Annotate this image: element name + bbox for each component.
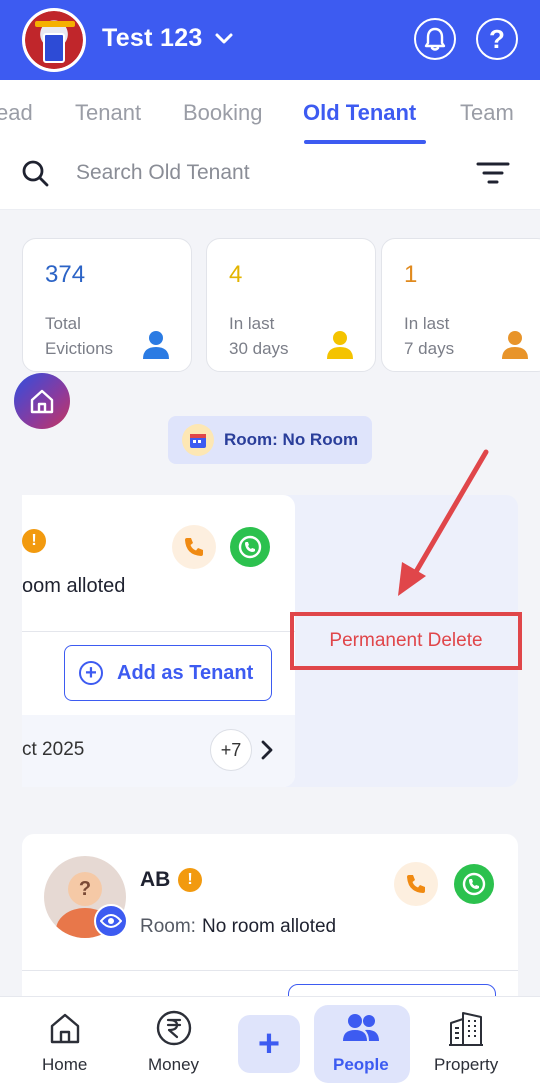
nav-people[interactable]: People: [314, 1005, 410, 1083]
stat-label: In last 30 days: [229, 314, 289, 358]
search-bar: [0, 144, 540, 210]
calendar-icon: [182, 424, 214, 456]
bell-icon: [424, 27, 446, 51]
warning-icon: !: [22, 529, 46, 553]
app-header: Test 123 ?: [0, 0, 540, 80]
call-button[interactable]: [394, 862, 438, 906]
tab-bar: ead Tenant Booking Old Tenant Team: [0, 80, 540, 144]
eviction-date: ct 2025: [22, 739, 85, 760]
filter-icon[interactable]: [476, 160, 510, 188]
nav-home[interactable]: Home: [42, 1009, 87, 1075]
add-button[interactable]: +: [238, 1015, 300, 1073]
permanent-delete-button[interactable]: Permanent Delete: [290, 612, 522, 670]
card-footer: ct 2025 +7: [22, 715, 295, 787]
rupee-icon: [156, 1010, 191, 1046]
warning-icon: !: [178, 868, 202, 892]
whatsapp-button[interactable]: [454, 864, 494, 904]
swiped-tenant-card[interactable]: ! oom alloted + Add as Tenant ct 2025 +7: [22, 495, 295, 787]
stat-card-last-7-days[interactable]: 1 In last 7 days: [381, 238, 540, 372]
building-icon: [449, 1012, 484, 1046]
chevron-down-icon[interactable]: [212, 27, 236, 51]
stat-value: 4: [229, 261, 243, 288]
tab-lead[interactable]: ead: [0, 100, 33, 126]
whatsapp-icon: [238, 535, 262, 559]
tenant-name: AB: [140, 868, 171, 891]
nav-people-label: People: [333, 1055, 389, 1074]
notification-button[interactable]: [414, 18, 456, 60]
search-input[interactable]: [76, 156, 456, 190]
add-as-tenant-button[interactable]: + Add as Tenant: [64, 645, 272, 701]
nav-money[interactable]: Money: [148, 1009, 199, 1075]
room-filter-chip[interactable]: Room: No Room: [168, 416, 372, 464]
person-icon: [143, 331, 169, 359]
add-as-tenant-label: Add as Tenant: [117, 661, 254, 684]
stat-value: 374: [45, 261, 86, 288]
property-logo[interactable]: [22, 8, 86, 72]
divider: [22, 970, 518, 971]
room-value: oom alloted: [22, 575, 126, 597]
tab-team[interactable]: Team: [460, 100, 514, 126]
nav-money-label: Money: [148, 1055, 200, 1074]
nav-property[interactable]: Property: [434, 1009, 498, 1075]
stat-card-total-evictions[interactable]: 374 Total Evictions: [22, 238, 192, 372]
people-icon: [342, 1014, 379, 1041]
stat-label: In last 7 days: [404, 314, 455, 358]
tab-old-tenant[interactable]: Old Tenant: [303, 100, 416, 126]
property-name[interactable]: Test 123: [102, 24, 203, 53]
annotation-arrow-icon: [398, 449, 489, 596]
room-value: No room alloted: [202, 916, 337, 937]
person-icon: [327, 331, 353, 359]
more-count-badge[interactable]: +7: [210, 729, 252, 771]
room-label: Room:: [140, 916, 196, 937]
whatsapp-icon: [462, 872, 486, 896]
stat-label: Total Evictions: [45, 314, 114, 358]
phone-icon: [407, 875, 425, 893]
home-shortcut-button[interactable]: [14, 373, 70, 429]
call-button[interactable]: [172, 525, 216, 569]
help-button[interactable]: ?: [476, 18, 518, 60]
house-icon: [30, 389, 54, 414]
stat-card-last-30-days[interactable]: 4 In last 30 days: [206, 238, 376, 372]
question-icon: ?: [489, 23, 505, 54]
nav-home-label: Home: [42, 1055, 88, 1074]
room-filter-label: Room: No Room: [224, 430, 359, 449]
eye-icon[interactable]: [94, 904, 128, 938]
plus-icon: +: [257, 1022, 281, 1065]
nav-property-label: Property: [434, 1055, 499, 1074]
plus-circle-icon: +: [79, 661, 103, 685]
bottom-nav: Home Money + People Property: [0, 996, 540, 1086]
divider: [22, 631, 295, 632]
phone-icon: [185, 538, 203, 556]
stat-value: 1: [404, 261, 418, 288]
tab-tenant[interactable]: Tenant: [75, 100, 141, 126]
person-icon: [502, 331, 528, 359]
home-icon: [50, 1013, 79, 1044]
chevron-right-icon[interactable]: [260, 739, 274, 761]
search-icon[interactable]: [20, 158, 50, 188]
tab-booking[interactable]: Booking: [183, 100, 263, 126]
whatsapp-button[interactable]: [230, 527, 270, 567]
